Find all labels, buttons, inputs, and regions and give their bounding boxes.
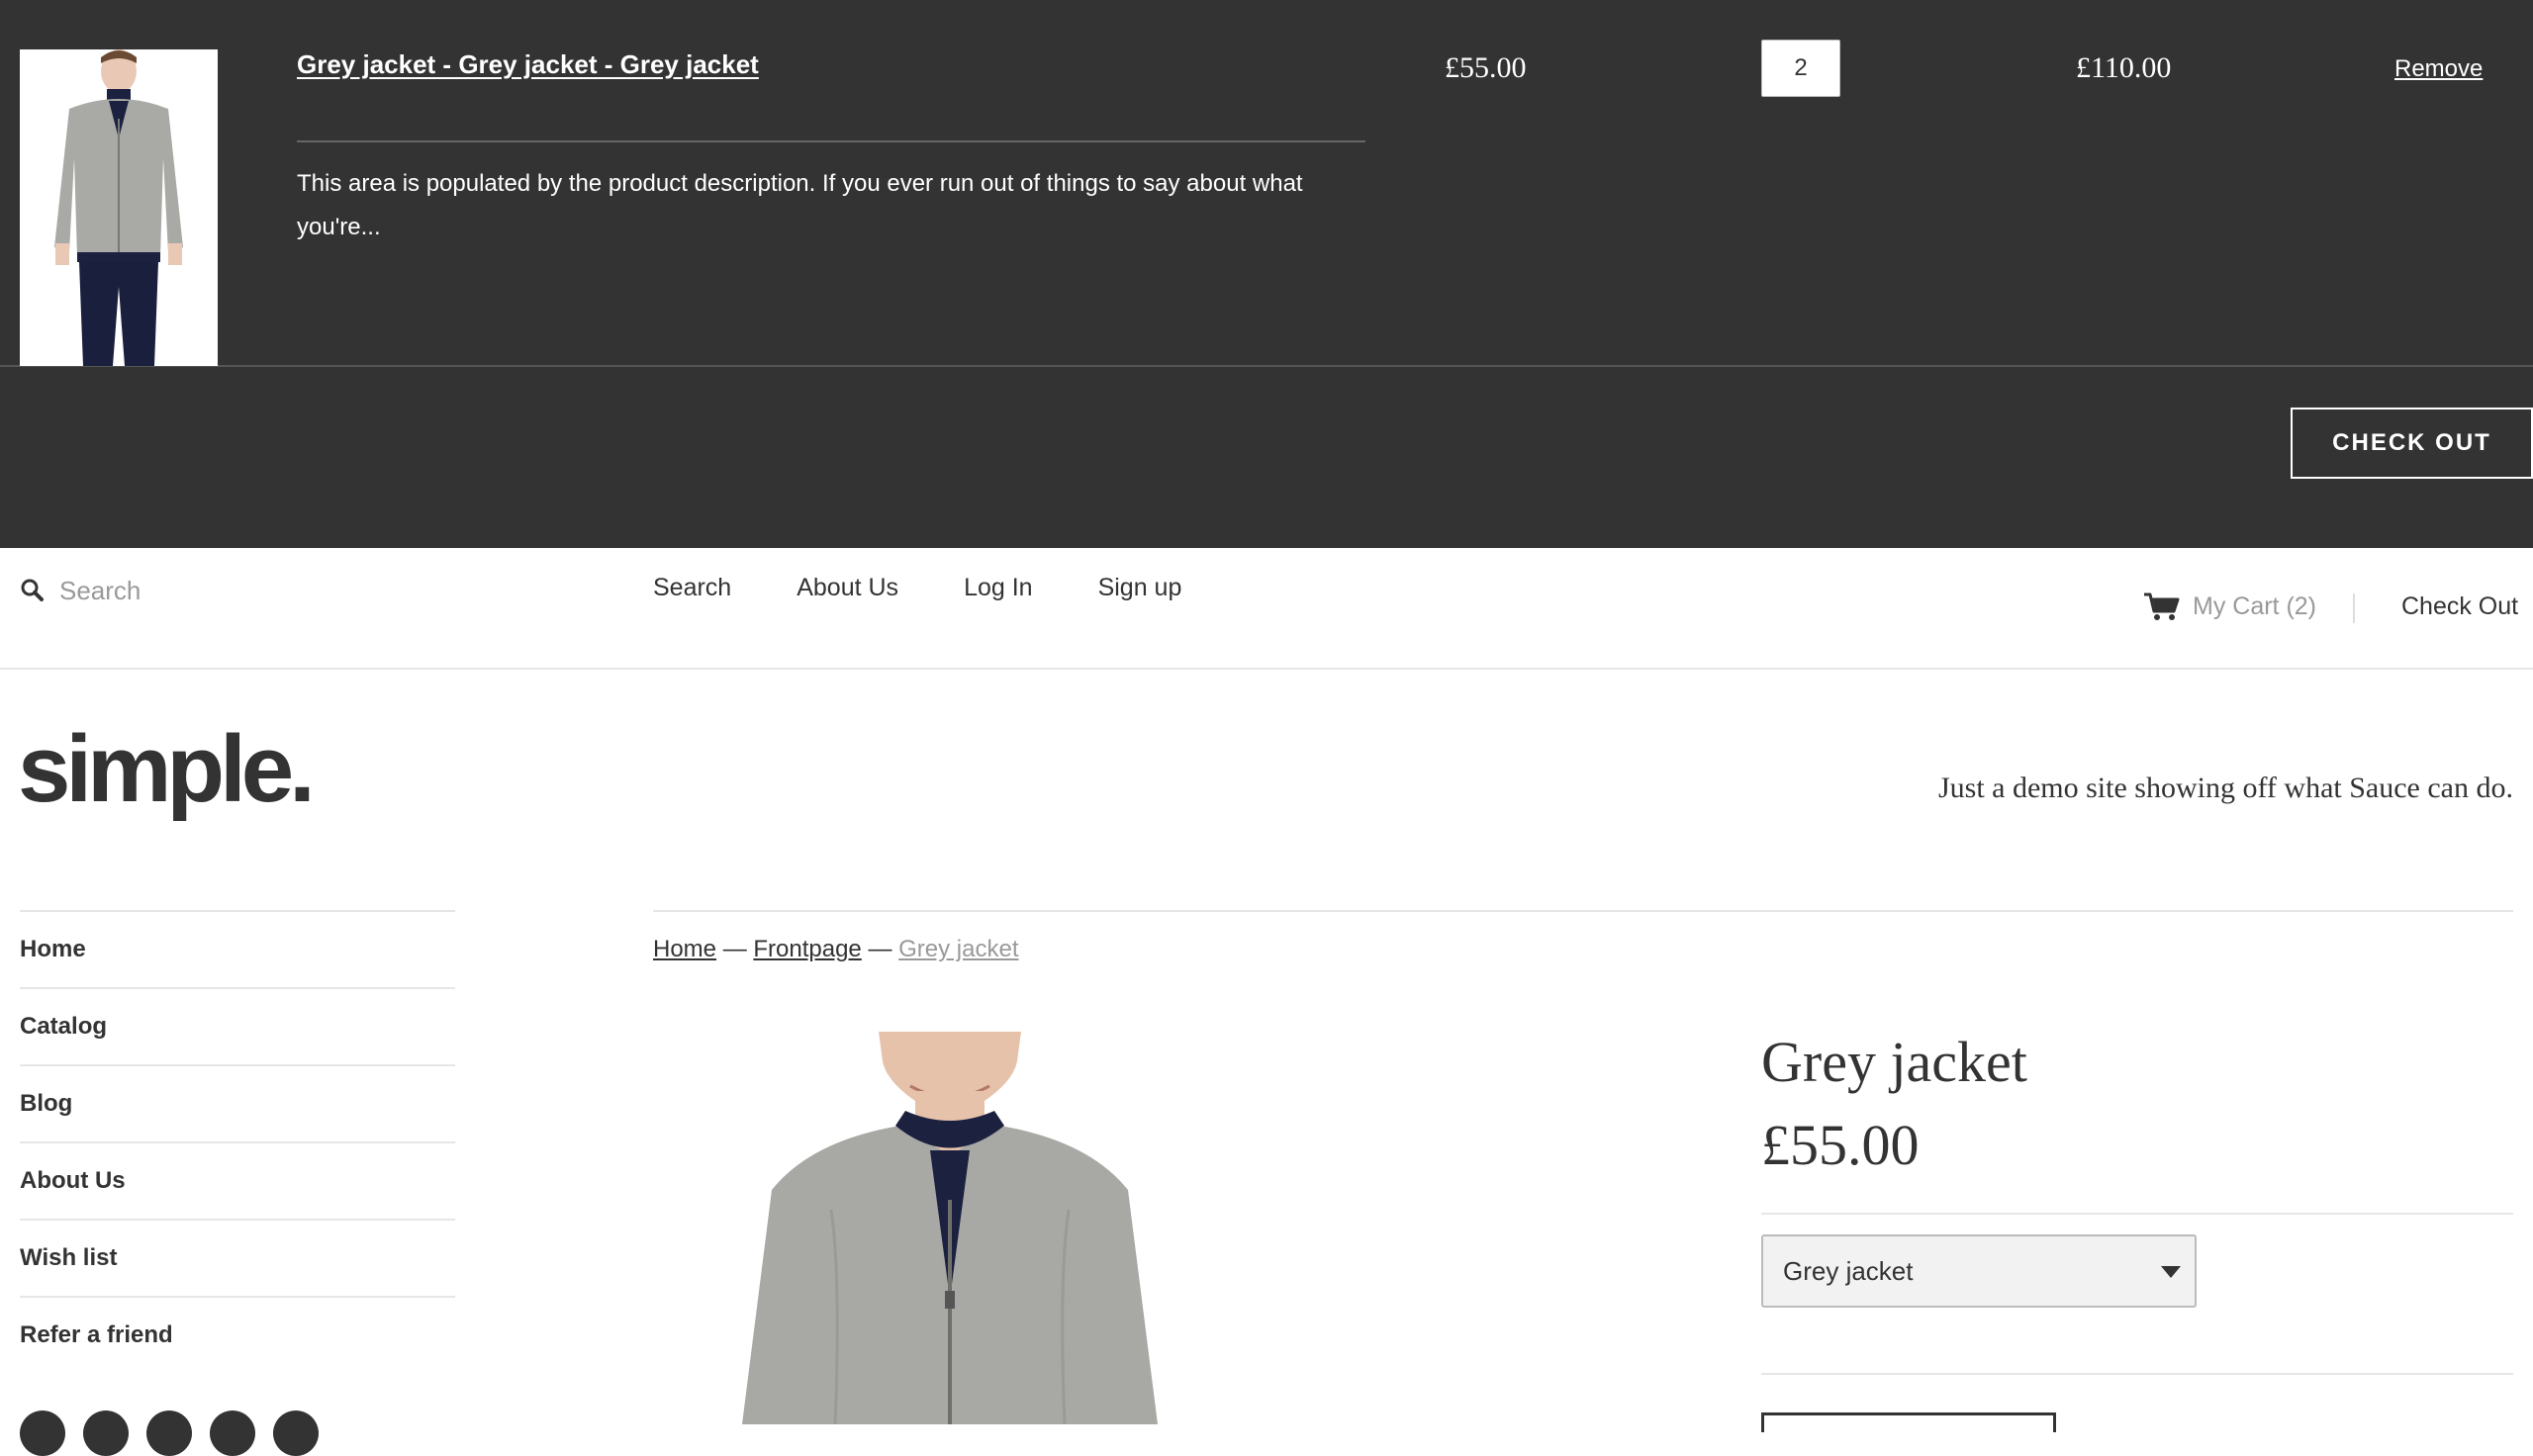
add-to-cart-button[interactable]	[1761, 1412, 2056, 1432]
cart-remove-link[interactable]: Remove	[2394, 55, 2483, 83]
cart-quantity-input[interactable]	[1761, 40, 1840, 97]
sidebar-item-about-us[interactable]: About Us	[20, 1141, 455, 1219]
cart-item-title-link[interactable]: Grey jacket - Grey jacket - Grey jacket	[297, 49, 759, 80]
top-bar-separator	[2353, 593, 2355, 623]
main-top-rule	[653, 910, 2513, 912]
variant-selected-value: Grey jacket	[1783, 1255, 1914, 1286]
social-icon-1[interactable]	[20, 1410, 65, 1456]
top-nav-sign-up[interactable]: Sign up	[1098, 574, 1182, 602]
social-icon-4[interactable]	[210, 1410, 255, 1456]
social-icon-3[interactable]	[146, 1410, 192, 1456]
product-divider	[1761, 1213, 2513, 1215]
breadcrumb-frontpage[interactable]: Frontpage	[753, 936, 861, 962]
cart-item-line-total: £110.00	[2076, 51, 2172, 84]
breadcrumb-separator: —	[868, 936, 892, 962]
my-cart-label: My Cart (2)	[2193, 592, 2316, 620]
top-checkout-link[interactable]: Check Out	[2401, 592, 2518, 621]
social-links	[20, 1410, 319, 1456]
product-title: Grey jacket	[1761, 1030, 2027, 1094]
top-nav-about-us[interactable]: About Us	[797, 574, 898, 602]
top-bar: Search About Us Log In Sign up My Cart (…	[0, 548, 2533, 670]
cart-item-description: This area is populated by the product de…	[297, 170, 1303, 240]
top-nav-search[interactable]: Search	[653, 574, 731, 602]
search-icon	[21, 579, 44, 601]
cart-item-unit-price: £55.00	[1445, 51, 1527, 84]
sidebar-item-blog[interactable]: Blog	[20, 1064, 455, 1141]
checkout-button[interactable]: CHECK OUT	[2291, 408, 2533, 479]
breadcrumb-home[interactable]: Home	[653, 936, 716, 962]
chevron-down-icon	[2161, 1266, 2181, 1278]
cart-item-thumbnail[interactable]	[20, 49, 218, 366]
top-nav-log-in[interactable]: Log In	[964, 574, 1033, 602]
sidebar-nav: Home Catalog Blog About Us Wish list Ref…	[20, 910, 455, 1373]
social-icon-5[interactable]	[273, 1410, 319, 1456]
social-icon-2[interactable]	[83, 1410, 129, 1456]
search-input[interactable]	[59, 568, 574, 613]
sidebar-item-wish-list[interactable]: Wish list	[20, 1219, 455, 1296]
shopping-cart-icon	[2144, 592, 2180, 620]
breadcrumb-separator: —	[722, 936, 747, 962]
product-price: £55.00	[1761, 1113, 1920, 1177]
cart-drawer: Grey jacket - Grey jacket - Grey jacket …	[0, 0, 2533, 548]
cart-line-item: Grey jacket - Grey jacket - Grey jacket …	[0, 0, 2533, 367]
sidebar-item-catalog[interactable]: Catalog	[20, 987, 455, 1064]
breadcrumb: Home — Frontpage — Grey jacket	[653, 936, 1019, 963]
top-nav: Search About Us Log In Sign up	[653, 574, 1247, 602]
product-divider	[1761, 1373, 2513, 1375]
breadcrumb-current[interactable]: Grey jacket	[898, 936, 1018, 962]
my-cart-link[interactable]: My Cart (2)	[2143, 592, 2316, 621]
sidebar-item-home[interactable]: Home	[20, 910, 455, 987]
cart-item-divider	[297, 140, 1365, 142]
site-tagline: Just a demo site showing off what Sauce …	[1937, 772, 2513, 804]
site-logo[interactable]: simple.	[18, 722, 316, 817]
variant-select[interactable]: Grey jacket	[1761, 1234, 2197, 1308]
product-image[interactable]	[732, 1032, 1168, 1424]
sidebar-item-refer-a-friend[interactable]: Refer a friend	[20, 1296, 455, 1373]
